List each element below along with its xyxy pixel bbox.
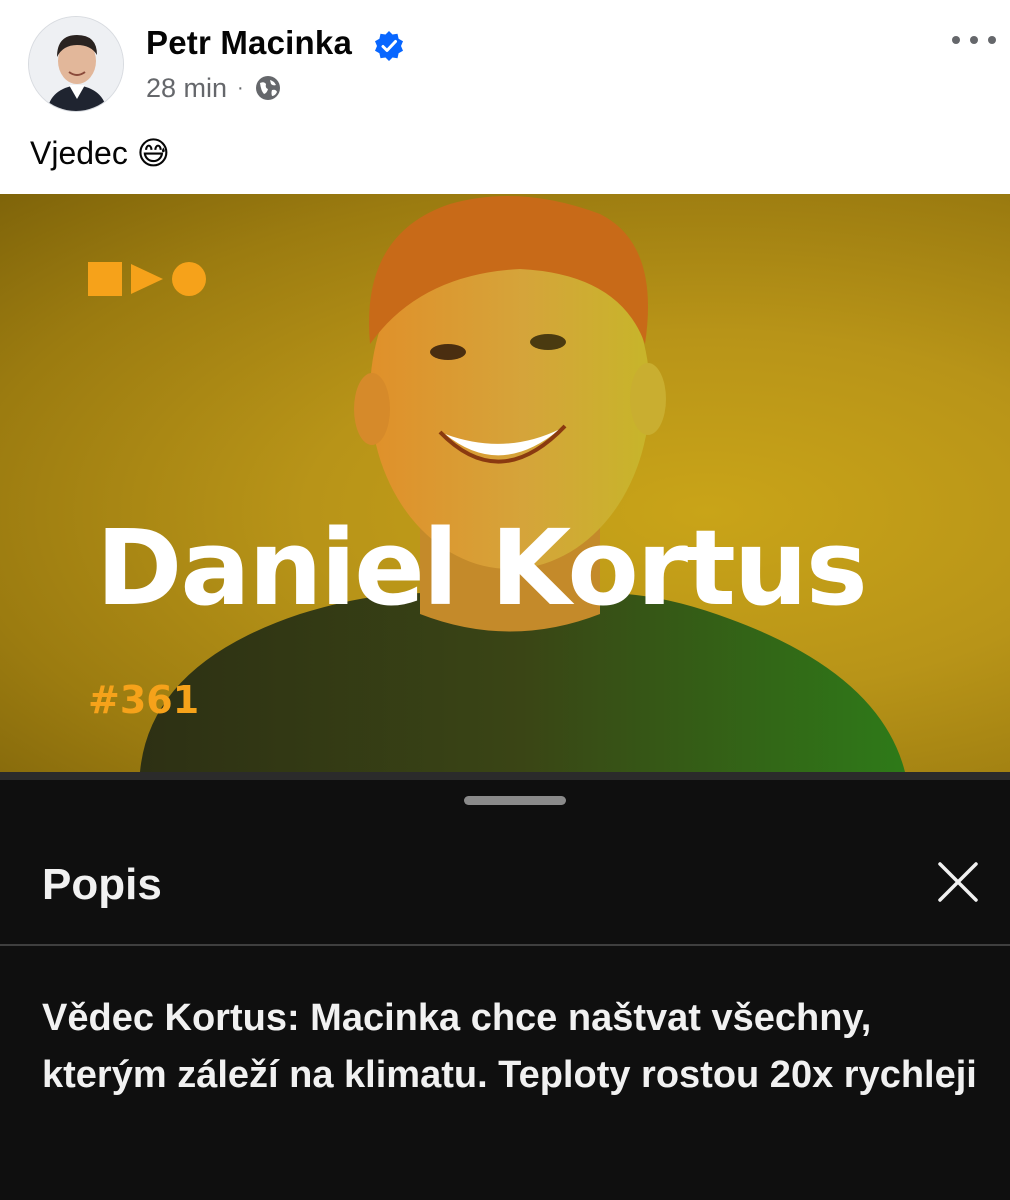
episode-number: #361 [88,678,200,722]
post-timestamp[interactable]: 28 min [146,73,227,104]
sweat-smile-emoji: 😅 [136,134,171,172]
globe-icon[interactable] [254,74,282,102]
post-text-content: Vjedec [30,135,128,171]
more-options-button[interactable] [952,28,996,52]
meta-separator: · [237,76,244,99]
author-name[interactable]: Petr Macinka [146,24,352,62]
post-text: Vjedec 😅 [30,134,170,172]
verified-badge-icon [375,31,403,61]
avatar-portrait [29,17,123,111]
sheet-title: Popis [42,860,162,909]
description-sheet: Popis Vědec Kortus: Macinka chce naštvat… [0,772,1010,1200]
author-avatar[interactable] [28,16,124,112]
more-dot [988,36,996,44]
close-icon[interactable] [934,858,982,906]
sheet-divider [0,944,1010,946]
post-meta: 28 min · [146,70,282,106]
drag-handle[interactable] [464,796,566,805]
video-thumbnail[interactable]: Daniel Kortus #361 [0,194,1010,772]
sheet-top-edge [0,772,1010,780]
channel-logo-icon [88,262,206,296]
guest-name-title: Daniel Kortus [96,507,868,629]
post-header: Petr Macinka 28 min · Vjedec 😅 [0,0,1010,192]
more-dot [952,36,960,44]
more-dot [970,36,978,44]
video-description: Vědec Kortus: Macinka chce naštvat všech… [42,997,977,1096]
